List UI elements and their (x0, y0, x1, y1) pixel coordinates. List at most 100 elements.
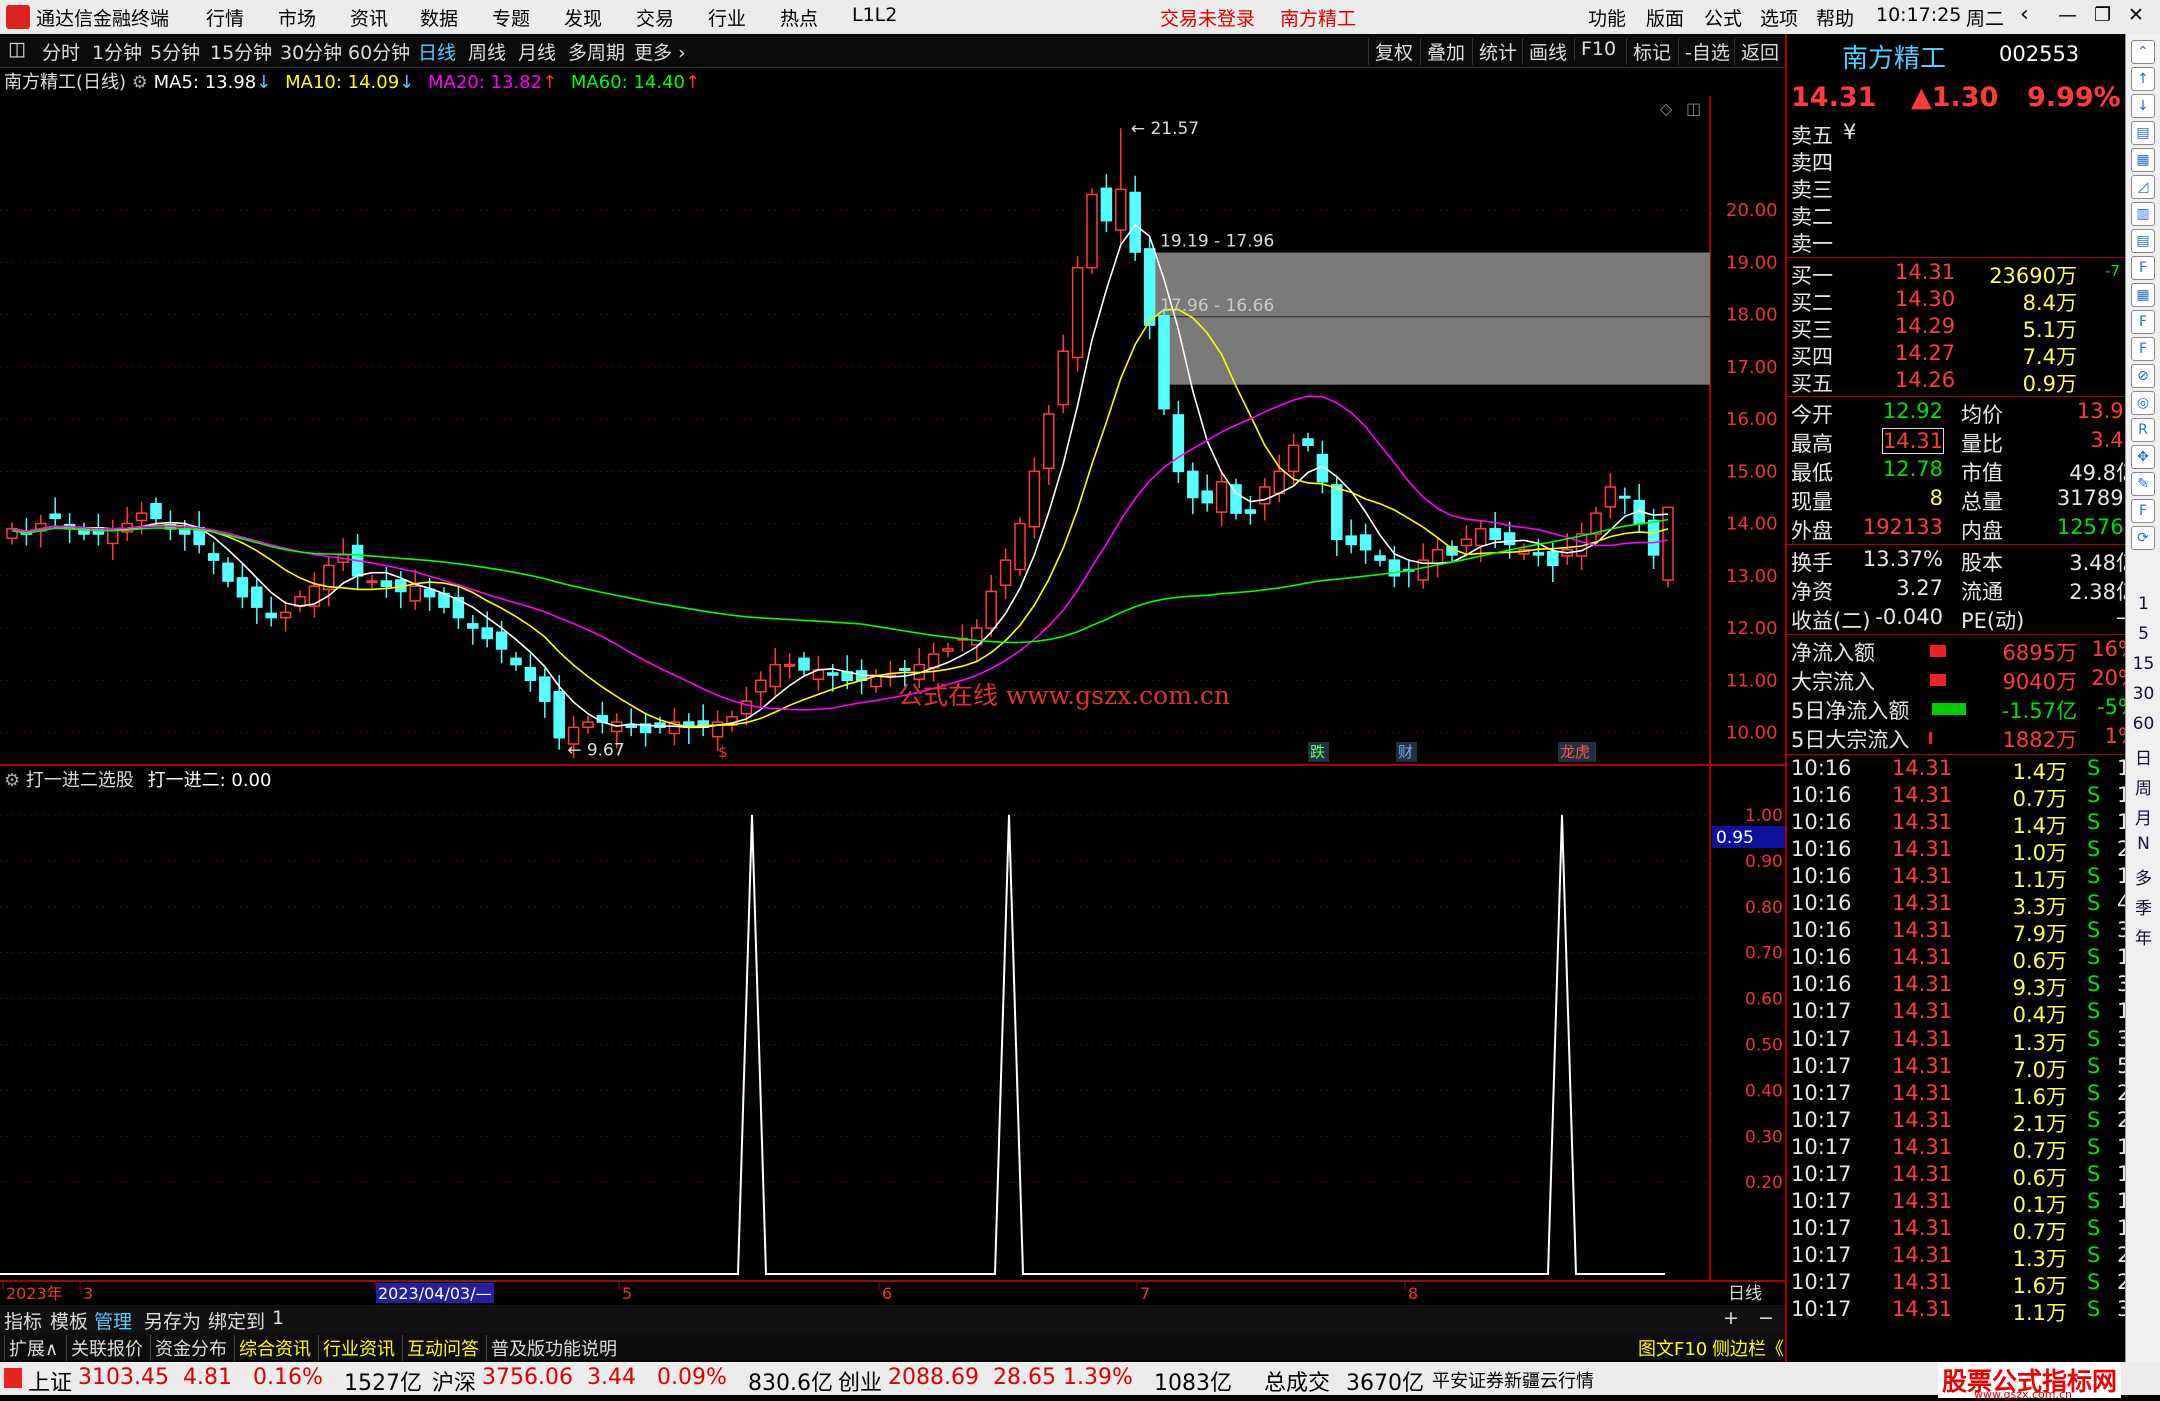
sidebar-toggle-tab[interactable]: 侧边栏《 (1712, 1335, 1784, 1361)
grid-icon[interactable]: ▦ (2131, 283, 2155, 307)
price-tick-label: 19.00 (1726, 252, 1778, 273)
indicator-tab-5[interactable]: 绑定到 (208, 1307, 265, 1334)
ext-tab-1[interactable]: 扩展∧ (4, 1335, 58, 1361)
minimize-icon[interactable]: — (2058, 4, 2077, 26)
zoom-in-icon[interactable]: + (1723, 1307, 1739, 1329)
sidebar-period-5[interactable]: 60 (2126, 714, 2160, 734)
sidebar-period-8[interactable]: 月 (2126, 804, 2160, 829)
action-4[interactable]: 画线 (1522, 38, 1567, 65)
period-3[interactable]: 5分钟 (150, 38, 200, 65)
period-9[interactable]: 月线 (518, 38, 556, 65)
candlestick-chart[interactable]: 20.00 19.00 18.00 17.00 16.00 15.00 14.00 13.00… (0, 96, 1785, 766)
book-icon[interactable]: ▤ (2131, 229, 2155, 253)
f10-icon[interactable]: F (2131, 256, 2155, 280)
sidebar-period-3[interactable]: 15 (2126, 654, 2160, 674)
tick-1-volume: 1.4万 (2012, 760, 2067, 784)
sidebar-period-11[interactable]: 季 (2126, 894, 2160, 919)
sidebar-period-7[interactable]: 周 (2126, 774, 2160, 799)
menu-5[interactable]: 专题 (492, 4, 530, 31)
list-icon[interactable]: ▦ (2131, 148, 2155, 172)
right-menu-3[interactable]: 公式 (1704, 4, 1742, 31)
move-icon[interactable]: ✥ (2131, 445, 2155, 469)
ext-tab-5[interactable]: 行业资讯 (318, 1335, 395, 1361)
rsi-icon[interactable]: R (2131, 418, 2155, 442)
refresh-icon[interactable]: ⟳ (2131, 526, 2155, 550)
action-1[interactable]: 复权 (1368, 38, 1413, 65)
period-2[interactable]: 1分钟 (92, 38, 142, 65)
sidebar-period-10[interactable]: 多 (2126, 864, 2160, 889)
ext-tab-4[interactable]: 综合资讯 (234, 1335, 311, 1361)
indicator-tab-4[interactable]: 另存为 (144, 1307, 201, 1334)
menu-9[interactable]: 热点 (780, 4, 818, 31)
menu-10[interactable]: L1L2 (852, 4, 897, 26)
menu-2[interactable]: 市场 (278, 4, 316, 31)
period-6[interactable]: 60分钟 (348, 38, 410, 65)
menu-1[interactable]: 行情 (206, 4, 244, 31)
period-10[interactable]: 多周期 (568, 38, 625, 65)
zoom-out-icon[interactable]: − (1758, 1307, 1774, 1329)
sidebar-period-2[interactable]: 5 (2126, 624, 2160, 644)
sidebar-period-9[interactable]: N (2126, 834, 2160, 854)
ext-tab-6[interactable]: 互动问答 (402, 1335, 479, 1361)
indicator-tab-2[interactable]: 模板 (50, 1307, 88, 1334)
indicator-tab-3[interactable]: 管理 (94, 1307, 132, 1334)
login-status[interactable]: 交易未登录 (1160, 4, 1255, 31)
candle-icon[interactable]: ▥ (2131, 202, 2155, 226)
menu-8[interactable]: 行业 (708, 4, 746, 31)
ext-tab-3[interactable]: 资金分布 (150, 1335, 227, 1361)
right-menu-5[interactable]: 帮助 (1816, 4, 1854, 31)
sidebar-period-1[interactable]: 1 (2126, 594, 2160, 614)
up-icon[interactable]: ⌃ (2131, 40, 2155, 64)
period-11[interactable]: 更多 › (634, 38, 686, 65)
sidebar-period-12[interactable]: 年 (2126, 924, 2160, 949)
tick-14-volume: 2.1万 (2012, 1111, 2067, 1136)
zoom-icon[interactable]: ⊘ (2131, 364, 2155, 388)
ext-tab-7[interactable]: 普及版功能说明 (486, 1335, 617, 1361)
restore-icon[interactable]: ❐ (2094, 4, 2111, 26)
right-menu-2[interactable]: 版面 (1646, 4, 1684, 31)
quote-icon[interactable]: ▤ (2131, 121, 2155, 145)
up-arrow-icon[interactable]: ↑ (2131, 67, 2155, 91)
sell-level-5: 卖五 (1791, 124, 1833, 148)
alarm-icon[interactable]: ◎ (2131, 391, 2155, 415)
toggle-icon[interactable]: ◫ (8, 38, 26, 60)
fs-icon[interactable]: F (2131, 499, 2155, 523)
sidebar-period-4[interactable]: 30 (2126, 684, 2160, 704)
tick-11-price: 14.31 (1892, 1026, 1953, 1051)
sidebar-period-6[interactable]: 日 (2126, 744, 2160, 769)
f-icon[interactable]: F (2131, 310, 2155, 334)
right-menu-4[interactable]: 选项 (1760, 4, 1798, 31)
period-5[interactable]: 30分钟 (280, 38, 342, 65)
right-menu-1[interactable]: 功能 (1588, 4, 1626, 31)
stat-2-value-a: 14.31 (1882, 428, 1944, 454)
close-icon[interactable]: ✕ (2128, 4, 2144, 26)
graphic-f10-tab[interactable]: 图文F10 (1638, 1335, 1707, 1361)
time-axis: 2023年 3 2023/04/03/— 5 6 7 8 日线 (2, 1282, 1762, 1304)
action-5[interactable]: F10 (1574, 38, 1616, 60)
candle-body (1158, 314, 1170, 410)
down-arrow-icon[interactable]: ↓ (2131, 94, 2155, 118)
action-2[interactable]: 叠加 (1420, 38, 1465, 65)
period-7[interactable]: 日线 (418, 38, 456, 65)
action-6[interactable]: 标记 (1626, 38, 1671, 65)
menu-6[interactable]: 发现 (564, 4, 602, 31)
indicator-tab-1[interactable]: 指标 (4, 1307, 42, 1334)
f2-icon[interactable]: F (2131, 337, 2155, 361)
menu-3[interactable]: 资讯 (350, 4, 388, 31)
period-4[interactable]: 15分钟 (210, 38, 272, 65)
settings-icon[interactable]: ⚙ (132, 72, 154, 93)
indicator-tab-6[interactable]: 1 (272, 1307, 284, 1329)
menu-4[interactable]: 数据 (420, 4, 458, 31)
action-7[interactable]: -自选 (1678, 38, 1730, 65)
pen-icon[interactable]: ✎ (2131, 472, 2155, 496)
marker-text: $ (718, 743, 728, 761)
ext-tab-2[interactable]: 关联报价 (66, 1335, 143, 1361)
back-icon[interactable]: ‹ (2020, 2, 2029, 27)
action-8[interactable]: 返回 (1734, 38, 1779, 65)
menu-7[interactable]: 交易 (636, 4, 674, 31)
period-1[interactable]: 分时 (42, 38, 80, 65)
action-3[interactable]: 统计 (1472, 38, 1517, 65)
indicator-chart[interactable]: 1.00 0.90 0.80 0.70 0.60 0.50 0.40 0.30 0.20 0.95 (0, 766, 1785, 1282)
period-8[interactable]: 周线 (468, 38, 506, 65)
chart-icon[interactable]: ◿ (2131, 175, 2155, 199)
